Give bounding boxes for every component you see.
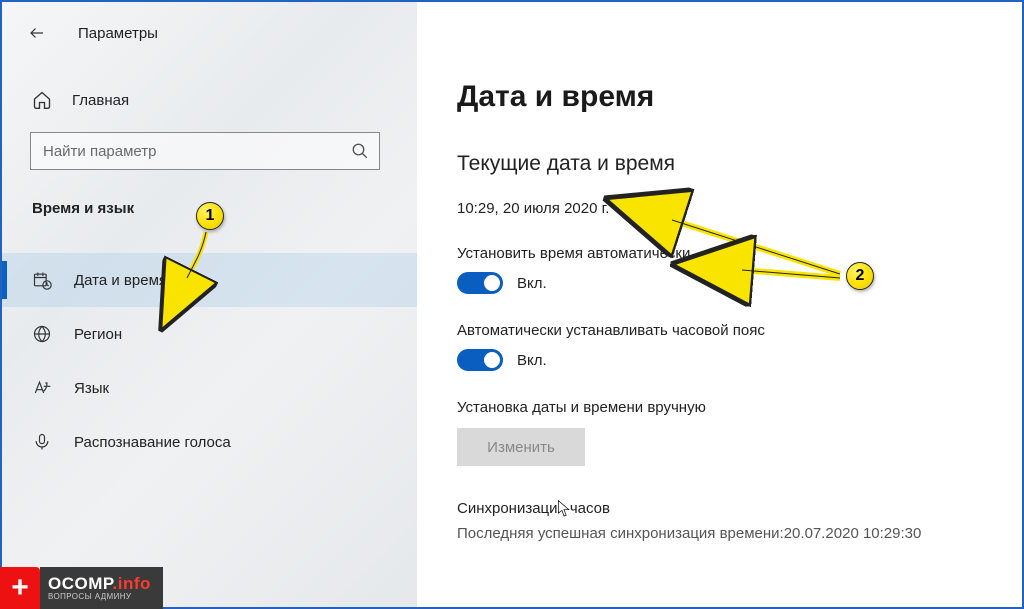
watermark-plus-icon: +: [0, 567, 40, 609]
auto-tz-row: Вкл.: [457, 349, 1022, 371]
auto-time-label: Установить время автоматически: [457, 245, 1022, 262]
page-title: Дата и время: [457, 80, 1022, 114]
nav-item-speech[interactable]: Распознавание голоса: [2, 415, 417, 469]
nav-item-datetime[interactable]: Дата и время: [2, 253, 417, 307]
sync-title: Синхронизация часов: [457, 500, 1022, 517]
sidebar: Параметры Главная Время и язык Дата и вр…: [2, 2, 417, 607]
manual-label: Установка даты и времени вручную: [457, 399, 1022, 416]
microphone-icon: [32, 432, 52, 452]
calendar-clock-icon: [32, 270, 52, 290]
nav-item-label: Регион: [74, 326, 122, 343]
arrow-left-icon: [28, 24, 46, 42]
nav-home[interactable]: Главная: [2, 42, 417, 110]
auto-time-row: Вкл.: [457, 272, 1022, 294]
settings-window: Параметры Главная Время и язык Дата и вр…: [0, 0, 1024, 609]
home-icon: [32, 90, 52, 110]
header-title: Параметры: [78, 25, 158, 42]
search-input[interactable]: [43, 143, 351, 160]
watermark-text: OCOMP.info ВОПРОСЫ АДМИНУ: [40, 567, 163, 609]
current-datetime: 10:29, 20 июля 2020 г.: [457, 200, 1022, 217]
nav-home-label: Главная: [72, 92, 129, 109]
cursor-icon: [557, 499, 571, 519]
search-icon: [351, 142, 369, 160]
back-button[interactable]: [28, 24, 46, 42]
annotation-marker-2: 2: [846, 262, 874, 290]
watermark: + OCOMP.info ВОПРОСЫ АДМИНУ: [0, 567, 163, 609]
annotation-marker-1: 1: [196, 202, 224, 230]
sync-detail: Последняя успешная синхронизация времени…: [457, 525, 1022, 542]
header: Параметры: [2, 2, 417, 42]
auto-time-toggle[interactable]: [457, 272, 503, 294]
change-button[interactable]: Изменить: [457, 428, 585, 466]
auto-tz-toggle[interactable]: [457, 349, 503, 371]
search-box[interactable]: [30, 132, 380, 170]
nav-list: Дата и время Регион Язык Распознавание г…: [2, 253, 417, 469]
content-pane: Дата и время Текущие дата и время 10:29,…: [417, 2, 1022, 607]
group-title: Время и язык: [32, 200, 417, 217]
nav-item-label: Распознавание голоса: [74, 434, 231, 451]
auto-tz-label: Автоматически устанавливать часовой пояс: [457, 322, 1022, 339]
section-title: Текущие дата и время: [457, 152, 1022, 176]
auto-time-state: Вкл.: [517, 275, 547, 292]
nav-item-label: Язык: [74, 380, 109, 397]
nav-item-language[interactable]: Язык: [2, 361, 417, 415]
language-icon: [32, 378, 52, 398]
nav-item-label: Дата и время: [74, 272, 167, 289]
nav-item-region[interactable]: Регион: [2, 307, 417, 361]
globe-icon: [32, 324, 52, 344]
auto-tz-state: Вкл.: [517, 352, 547, 369]
